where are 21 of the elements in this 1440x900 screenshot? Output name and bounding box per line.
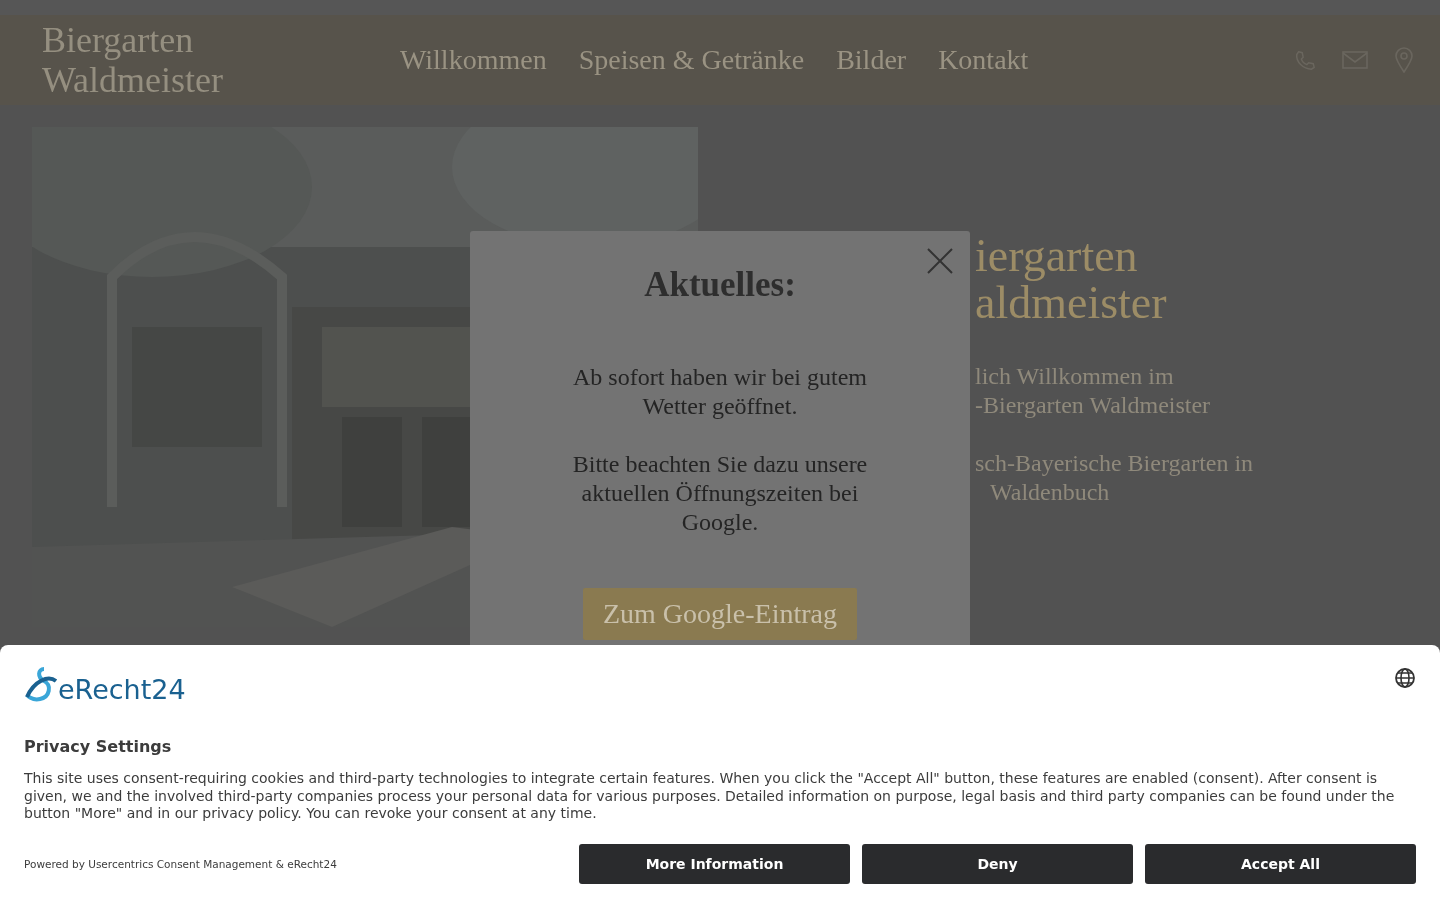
hero-title: iergarten aldmeister xyxy=(975,232,1168,326)
consent-title: Privacy Settings xyxy=(24,737,173,756)
powered-by-text: Powered by Usercentrics Consent Management & eRecht24 xyxy=(24,857,337,870)
language-globe-icon[interactable] xyxy=(1394,667,1416,689)
site-logo[interactable]: Biergarten Waldmeister xyxy=(42,20,400,100)
dialog-text: Bitte beachten Sie dazu unsere aktuellen Öffnungszeiten bei Google. xyxy=(571,450,869,537)
nav-link[interactable]: Speisen & Getränke xyxy=(578,44,805,76)
dialog-text: Ab sofort haben wir bei gutem Wetter geöffnet. xyxy=(572,363,868,421)
hero-text: lich Willkommen im -Biergarten Waldmeister xyxy=(975,362,1212,420)
google-entry-button[interactable]: Zum Google-Eintrag xyxy=(582,588,858,640)
nav-link[interactable]: Kontakt xyxy=(938,44,1029,76)
consent-button[interactable]: More Information xyxy=(579,843,850,884)
dialog-title: Aktuelles: xyxy=(643,265,797,305)
nav-link[interactable]: Willkommen xyxy=(400,44,547,76)
hero-text: sch-Bayerische Biergarten in Waldenbuch xyxy=(975,449,1254,507)
consent-button[interactable]: Deny xyxy=(862,843,1133,884)
consent-button[interactable]: Accept All xyxy=(1145,843,1416,884)
nav-link[interactable]: Bilder xyxy=(836,44,907,76)
consent-text: This site uses consent-requiring cookies and third-party technologies to integrate certain features. When you click the "Accept All" button, these features are enabled (consent). After consent is given, we and the involved third-party companies process your personal data for various purposes. Detailed information on purpose, legal basis and third party companies can be found under the button "More" and in our privacy policy. You can revoke your consent at any time. xyxy=(24,770,1396,823)
close-icon[interactable] xyxy=(927,248,953,274)
brand-name: eRecht24 xyxy=(58,675,186,705)
